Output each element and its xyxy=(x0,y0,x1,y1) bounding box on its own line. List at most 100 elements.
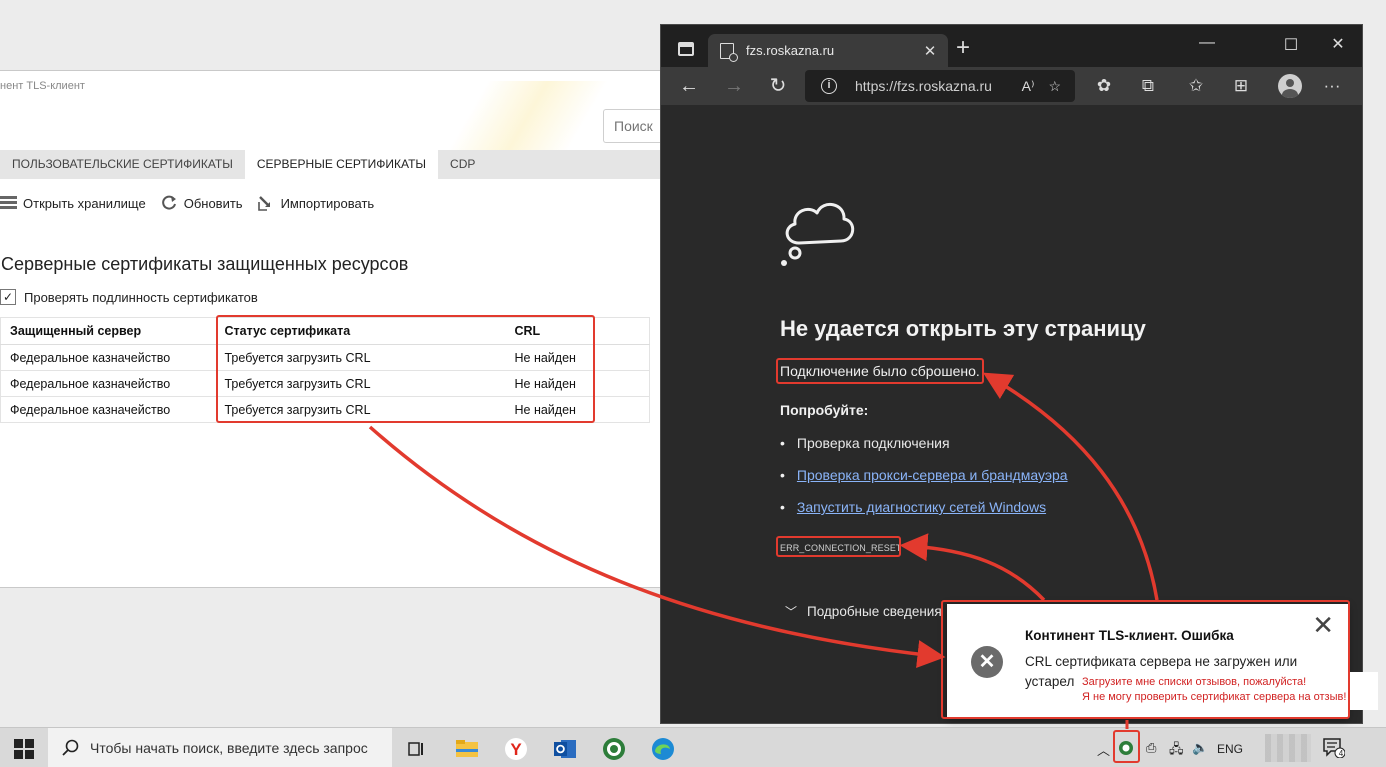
taskbar: Чтобы начать поиск, введите здесь запрос… xyxy=(0,727,1386,767)
page-title: Серверные сертификаты защищенных ресурсо… xyxy=(1,254,409,274)
import-label: Импортировать xyxy=(280,195,375,211)
cell-server: Федеральное казначейство xyxy=(0,370,216,397)
column-header-server[interactable]: Защищенный сервер xyxy=(0,317,216,345)
windows-start-icon[interactable] xyxy=(14,739,34,759)
annotation-note: Загрузите мне списки отзывов, пожалуйста… xyxy=(1078,672,1378,710)
details-label: Подробные сведения xyxy=(807,604,942,619)
refresh-icon xyxy=(161,195,176,210)
profile-avatar[interactable] xyxy=(1278,74,1302,98)
table-row[interactable]: Федеральное казначейство Требуется загру… xyxy=(0,344,650,371)
continent-tls-icon[interactable] xyxy=(602,737,626,761)
close-notification-icon[interactable]: ✕ xyxy=(1312,612,1334,638)
table-row[interactable]: Федеральное казначейство Требуется загру… xyxy=(0,396,650,423)
open-store-label: Открыть хранилище xyxy=(23,195,146,211)
cell-server: Федеральное казначейство xyxy=(0,396,216,423)
search-input[interactable] xyxy=(603,109,662,143)
add-favorite-icon[interactable]: ☆ xyxy=(1048,78,1061,95)
taskbar-search[interactable]: Чтобы начать поиск, введите здесь запрос xyxy=(48,728,392,767)
error-code: ERR_CONNECTION_RESET xyxy=(780,543,902,553)
forward-icon[interactable]: → xyxy=(721,73,747,99)
cell-crl: Не найден xyxy=(505,344,650,371)
annotation-note-line1: Загрузите мне списки отзывов, пожалуйста… xyxy=(1082,676,1307,688)
favorites-icon[interactable]: ✩ xyxy=(1185,76,1207,96)
chevron-down-icon: ﹀ xyxy=(785,605,798,619)
details-toggle[interactable]: ﹀ Подробные сведения xyxy=(785,603,942,620)
more-icon[interactable]: ··· xyxy=(1321,76,1343,96)
search-icon xyxy=(62,739,79,756)
tab-server-certificates[interactable]: СЕРВЕРНЫЕ СЕРТИФИКАТЫ xyxy=(244,150,439,179)
close-tab-icon[interactable]: ✕ xyxy=(920,42,940,60)
check-proxy-firewall-link[interactable]: Проверка прокси-сервера и брандмауэра xyxy=(797,467,1068,483)
open-store-button[interactable]: Открыть хранилище xyxy=(0,196,146,211)
error-try-label: Попробуйте: xyxy=(780,402,869,418)
meet-now-icon[interactable]: ⎙ xyxy=(1146,740,1156,756)
notification-count-badge: 4 xyxy=(1338,749,1344,758)
reload-icon[interactable]: ↻ xyxy=(765,73,791,99)
tab-user-certificates[interactable]: ПОЛЬЗОВАТЕЛЬСКИЕ СЕРТИФИКАТЫ xyxy=(0,150,245,179)
table-header-row: Защищенный сервер Статус сертификата CRL xyxy=(0,317,650,345)
cell-status: Требуется загрузить CRL xyxy=(215,396,506,423)
suggestion-check-connection: Проверка подключения xyxy=(796,435,950,451)
notification-title: Континент TLS-клиент. Ошибка xyxy=(1025,628,1234,643)
extensions-puzzle-icon[interactable]: ⧉ xyxy=(1137,76,1159,96)
error-heading: Не удается открыть эту страницу xyxy=(780,316,1146,341)
outlook-icon[interactable] xyxy=(553,737,577,761)
cell-crl: Не найден xyxy=(505,370,650,397)
window-title: нент TLS-клиент xyxy=(0,80,85,92)
run-network-diagnostics-link[interactable]: Запустить диагностику сетей Windows xyxy=(797,499,1046,515)
annotation-note-line2: Я не могу проверить сертификат сервера н… xyxy=(1082,691,1347,703)
bullet-icon: • xyxy=(780,499,785,515)
storage-icon xyxy=(0,196,17,209)
tls-client-window: нент TLS-клиент ПОЛЬЗОВАТЕЛЬСКИЕ СЕРТИФИ… xyxy=(0,70,662,588)
refresh-button[interactable]: Обновить xyxy=(160,194,243,212)
cell-status: Требуется загрузить CRL xyxy=(215,370,506,397)
tab-title: fzs.roskazna.ru xyxy=(746,43,835,58)
column-header-crl[interactable]: CRL xyxy=(505,317,650,345)
cell-crl: Не найден xyxy=(505,396,650,423)
yandex-browser-icon[interactable]: Y xyxy=(504,737,528,761)
column-header-status[interactable]: Статус сертификата xyxy=(215,317,506,345)
task-view-icon[interactable] xyxy=(405,737,429,761)
suggestion-item: • Проверка подключения xyxy=(780,435,950,451)
bullet-icon: • xyxy=(780,435,785,451)
back-icon[interactable]: ← xyxy=(676,73,702,99)
suggestion-item: • Запустить диагностику сетей Windows xyxy=(780,499,1046,515)
cert-tabs: ПОЛЬЗОВАТЕЛЬСКИЕ СЕРТИФИКАТЫ СЕРВЕРНЫЕ С… xyxy=(0,150,662,179)
browser-toolbar: ← → ↻ i https://fzs.roskazna.ru A⁾ ☆ ✿ ⧉… xyxy=(661,67,1362,105)
tab-cdp[interactable]: CDP xyxy=(438,150,487,179)
chevron-up-icon[interactable]: ︿ xyxy=(1097,740,1110,759)
page-error-icon xyxy=(720,42,738,62)
verify-certificates-label: Проверять подлинность сертификатов xyxy=(24,289,258,305)
minimize-icon[interactable]: — xyxy=(1197,34,1217,52)
extension-icon[interactable]: ✿ xyxy=(1093,76,1115,96)
tab-actions-icon[interactable] xyxy=(678,42,694,56)
address-url[interactable]: https://fzs.roskazna.ru xyxy=(855,78,1022,94)
language-indicator[interactable]: ENG xyxy=(1217,742,1243,756)
site-info-icon[interactable]: i xyxy=(821,78,837,94)
import-icon xyxy=(257,196,270,211)
suggestion-item: • Проверка прокси-сервера и брандмауэра xyxy=(780,467,1068,483)
tls-toolbar: Открыть хранилище Обновить Импортировать xyxy=(0,192,388,214)
browser-tab[interactable]: fzs.roskazna.ru ✕ xyxy=(708,34,948,67)
table-row[interactable]: Федеральное казначейство Требуется загру… xyxy=(0,370,650,397)
volume-icon[interactable]: 🔈 xyxy=(1192,740,1208,756)
address-bar[interactable]: i https://fzs.roskazna.ru A⁾ ☆ xyxy=(805,70,1075,102)
network-icon[interactable]: 🖧 xyxy=(1169,740,1184,762)
continent-tray-icon[interactable] xyxy=(1118,740,1134,756)
edge-icon[interactable] xyxy=(651,737,675,761)
close-window-icon[interactable]: ✕ xyxy=(1328,34,1348,54)
collections-icon[interactable]: ⊞ xyxy=(1230,76,1252,96)
verify-certificates-row: ✓ Проверять подлинность сертификатов xyxy=(0,289,258,305)
verify-certificates-checkbox[interactable]: ✓ xyxy=(0,289,16,305)
maximize-icon[interactable]: ☐ xyxy=(1281,35,1301,55)
svg-text:Y: Y xyxy=(510,740,522,759)
clock-blurred[interactable] xyxy=(1265,734,1311,762)
cell-status: Требуется загрузить CRL xyxy=(215,344,506,371)
import-button[interactable]: Импортировать xyxy=(257,194,375,212)
error-x-icon: ✕ xyxy=(971,646,1003,678)
thought-cloud-icon xyxy=(781,203,855,266)
read-aloud-icon[interactable]: A⁾ xyxy=(1022,78,1035,95)
browser-tab-bar: fzs.roskazna.ru ✕ + — ☐ ✕ xyxy=(661,25,1362,67)
new-tab-icon[interactable]: + xyxy=(956,36,970,60)
file-explorer-icon[interactable] xyxy=(455,737,479,761)
